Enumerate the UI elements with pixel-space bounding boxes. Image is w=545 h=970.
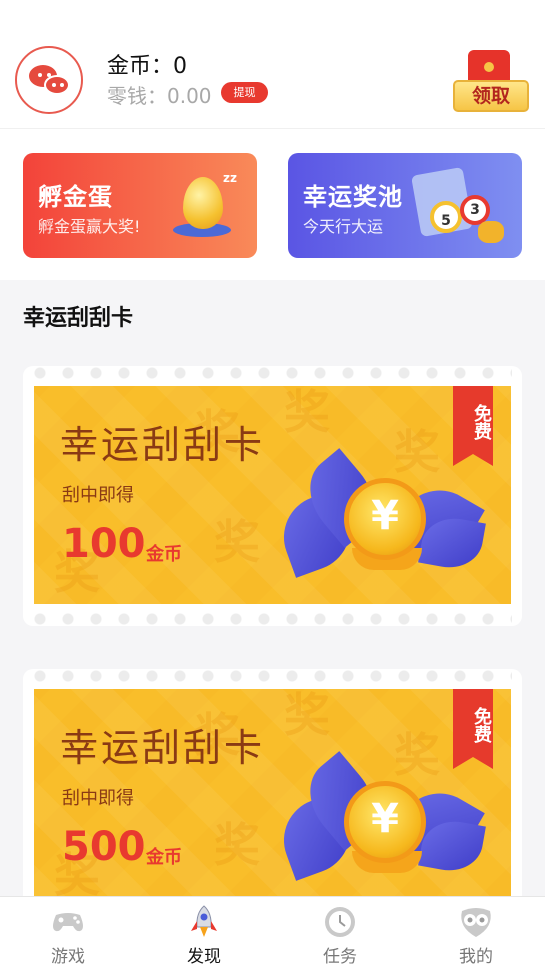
owl-face-icon [461,908,491,937]
card-subtitle: 刮中即得 [62,788,134,809]
section-title: 幸运刮刮卡 [23,306,134,331]
scratch-card[interactable]: 奖 奖 奖 奖 奖 幸运刮刮卡 刮中即得 500 金币 免费 ¥ [23,669,522,929]
withdraw-button[interactable]: 提现 [221,82,268,103]
tab-tasks[interactable]: 任务 [272,897,408,970]
claim-button[interactable]: 领取 [451,50,529,112]
lucky-pool-subtitle: 今天行大运 [303,217,384,236]
tab-games[interactable]: 游戏 [0,897,136,970]
golden-egg-icon [183,177,223,229]
yen-coin-icon: ¥ [272,448,486,588]
yen-coin-icon: ¥ [272,751,486,891]
hatch-egg-title: 孵金蛋 [38,183,113,211]
user-header: 金币：0 零钱：0.00 提现 领取 [0,0,545,128]
card-unit: 金币 [146,847,182,868]
gamepad-icon [53,913,83,932]
coins-balance: 金币：0 [107,54,187,79]
hatch-egg-subtitle: 孵金蛋赢大奖! [38,217,141,236]
lottery-ball-icon: 5 [430,201,462,233]
bottom-tab-bar: 游戏 发现 任务 我的 [0,896,545,970]
claim-label: 领取 [453,80,529,112]
card-title: 幸运刮刮卡 [60,726,266,770]
lucky-pool-title: 幸运奖池 [303,183,403,211]
tab-profile[interactable]: 我的 [408,897,544,970]
free-badge: 免费 [453,689,493,769]
tab-label: 发现 [187,947,221,967]
card-title: 幸运刮刮卡 [60,423,266,467]
hatch-egg-banner[interactable]: 孵金蛋 孵金蛋赢大奖! zz [23,153,257,258]
card-unit: 金币 [146,544,182,565]
rocket-icon [191,905,217,937]
scratch-card-face: 奖 奖 奖 奖 奖 幸运刮刮卡 刮中即得 500 金币 免费 ¥ [34,689,511,907]
free-badge: 免费 [453,386,493,466]
card-amount: 500 [62,824,146,870]
tab-discover[interactable]: 发现 [136,897,272,970]
sleep-zz-icon: zz [223,171,237,185]
clock-icon [325,907,355,937]
change-balance: 零钱：0.00 [107,84,212,108]
tab-label: 我的 [459,947,493,967]
lucky-pool-banner[interactable]: 幸运奖池 今天行大运 5 3 [288,153,522,258]
card-subtitle: 刮中即得 [62,485,134,506]
tab-label: 游戏 [51,947,85,967]
scratch-card-face: 奖 奖 奖 奖 奖 幸运刮刮卡 刮中即得 100 金币 免费 ¥ [34,386,511,604]
card-amount: 100 [62,521,146,567]
promo-row: 孵金蛋 孵金蛋赢大奖! zz 幸运奖池 今天行大运 5 3 [0,128,545,280]
wechat-avatar-icon[interactable] [15,46,83,114]
coin-stack-icon [478,221,504,243]
scratch-card[interactable]: 奖 奖 奖 奖 奖 幸运刮刮卡 刮中即得 100 金币 免费 ¥ [23,366,522,626]
tab-label: 任务 [323,947,357,967]
